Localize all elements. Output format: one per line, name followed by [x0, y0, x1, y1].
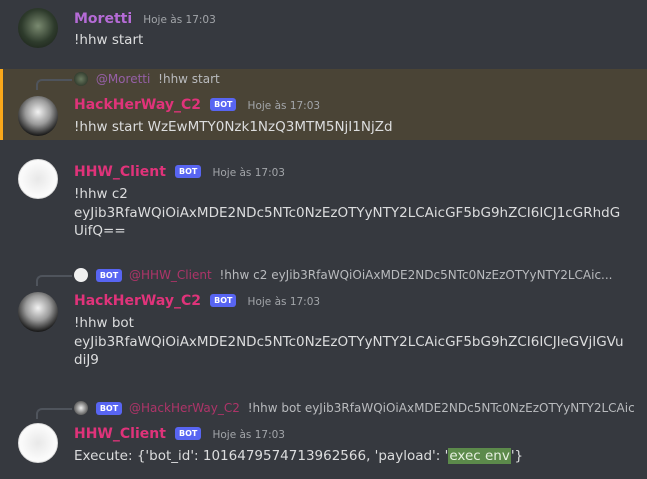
avatar-hackherway[interactable]	[18, 292, 58, 332]
message-line: !hhw bot	[74, 315, 134, 331]
message-text: !hhw bot eyJib3RfaWQiOiAxMDE2NDc5NTc0NzE…	[74, 314, 630, 370]
message-line: eyJib3RfaWQiOiAxMDE2NDc5NTc0NzEzOTYyNTY2…	[74, 333, 624, 369]
reply-mention[interactable]: @Moretti	[96, 72, 151, 86]
reply-avatar	[74, 72, 88, 86]
execute-prefix: Execute: {'bot_id': 1016479574713962566,…	[74, 448, 449, 464]
message-line: !hhw c2	[74, 186, 128, 202]
bot-badge: BOT	[175, 165, 202, 178]
timestamp: Hoje às 17:03	[247, 296, 321, 308]
timestamp: Hoje às 17:03	[143, 14, 216, 26]
mention-highlight-bar	[0, 69, 3, 140]
bot-badge: BOT	[95, 402, 123, 415]
bot-badge: BOT	[210, 294, 237, 307]
reply-text: !hhw c2 eyJib3RfaWQiOiAxMDE2NDc5NTc0NzEz…	[219, 268, 613, 282]
bot-badge: BOT	[95, 269, 123, 282]
avatar-moretti[interactable]	[18, 8, 58, 48]
reply-connector	[36, 79, 72, 90]
reply-text: !hhw start	[158, 72, 220, 86]
reply-connector	[36, 408, 72, 419]
bot-badge: BOT	[175, 427, 202, 440]
selected-text: exec env	[448, 448, 511, 464]
reply-avatar	[74, 401, 88, 415]
message-line: eyJib3RfaWQiOiAxMDE2NDc5NTc0NzEzOTYyNTY2…	[74, 204, 621, 240]
reply-text: !hhw bot eyJib3RfaWQiOiAxMDE2NDc5NTc0NzE…	[247, 401, 634, 415]
bot-badge: BOT	[210, 98, 237, 111]
timestamp: Hoje às 17:03	[247, 100, 321, 112]
reply-preview[interactable]: BOT @HackHerWay_C2 !hhw bot eyJib3RfaWQi…	[74, 401, 634, 417]
avatar-hhw-client[interactable]	[18, 159, 58, 199]
message-text: !hhw start WzEwMTY0Nzk1NzQ3MTM5NjI1NjZd	[74, 119, 393, 135]
username[interactable]: HackHerWay_C2	[74, 97, 201, 113]
execute-suffix: '}	[510, 448, 524, 464]
username[interactable]: HackHerWay_C2	[74, 293, 201, 309]
reply-mention[interactable]: @HHW_Client	[129, 268, 212, 282]
username[interactable]: Moretti	[74, 11, 132, 27]
username[interactable]: HHW_Client	[74, 164, 166, 180]
message-text: !hhw start	[74, 32, 144, 48]
timestamp: Hoje às 17:03	[212, 429, 285, 441]
avatar-hhw-client[interactable]	[18, 423, 58, 463]
username[interactable]: HHW_Client	[74, 426, 166, 442]
reply-mention[interactable]: @HackHerWay_C2	[129, 401, 240, 415]
reply-connector	[36, 275, 72, 286]
reply-preview[interactable]: BOT @HHW_Client !hhw c2 eyJib3RfaWQiOiAx…	[74, 268, 634, 284]
reply-avatar	[74, 268, 88, 282]
message-text: Execute: {'bot_id': 1016479574713962566,…	[74, 447, 637, 466]
avatar-hackherway[interactable]	[18, 96, 58, 136]
reply-preview[interactable]: @Moretti !hhw start	[74, 72, 634, 88]
timestamp: Hoje às 17:03	[212, 167, 285, 179]
message-text: !hhw c2 eyJib3RfaWQiOiAxMDE2NDc5NTc0NzEz…	[74, 185, 630, 241]
